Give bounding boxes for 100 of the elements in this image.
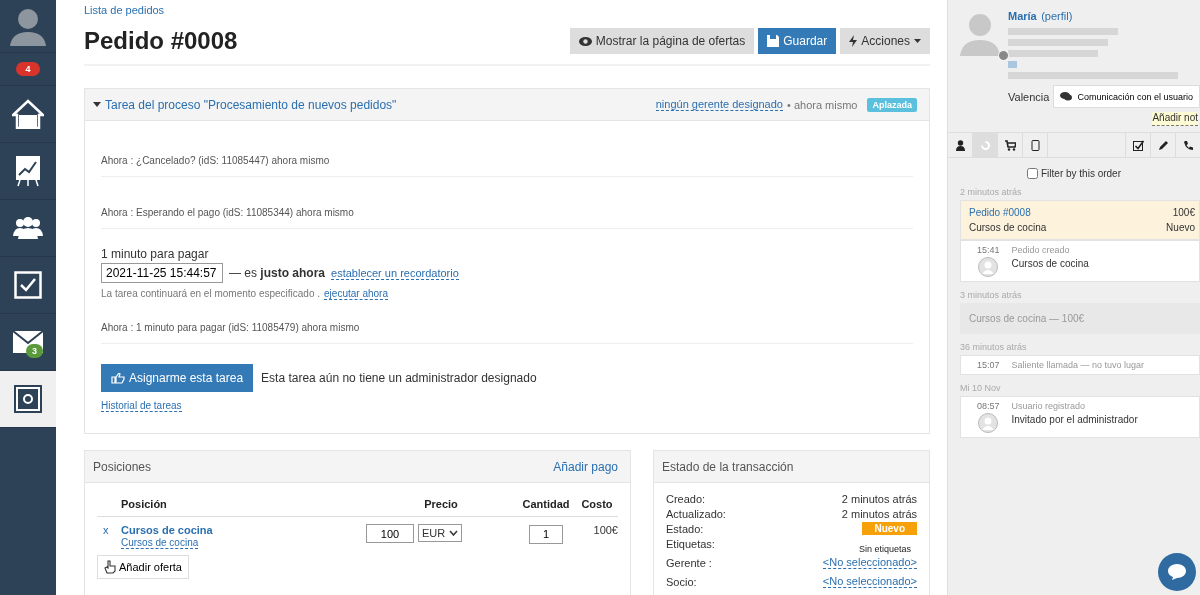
hand-pointer-icon — [104, 560, 116, 574]
timeline-date: 36 minutos atrás — [959, 341, 1028, 354]
price-field[interactable]: 100 — [366, 524, 414, 543]
save-button[interactable]: Guardar — [758, 28, 837, 54]
order-card[interactable]: Pedido #0008 100€ Cursos de cocina Nuevo — [960, 200, 1200, 240]
tags-value: Sin etiquetas — [858, 542, 912, 554]
task-history-link[interactable]: Historial de tareas — [101, 400, 182, 412]
chat-button[interactable] — [1158, 553, 1196, 591]
offer-link[interactable]: Cursos de cocina — [121, 537, 199, 549]
field-label: Socio: — [666, 575, 697, 588]
breadcrumb-link[interactable]: Lista de pedidos — [84, 4, 165, 17]
safe-icon — [13, 384, 43, 414]
user-avatar-icon[interactable] — [8, 6, 48, 46]
home-icon — [12, 99, 44, 129]
check-icon — [1132, 139, 1144, 151]
task-log-entry: Ahora : 1 minuto para pagar (idS: 11085479) ahora mismo — [101, 308, 913, 344]
continue-note: La tarea continuará en el momento especificado . — [101, 288, 321, 300]
chat-icon — [1167, 563, 1187, 581]
thumbs-up-icon — [111, 372, 125, 384]
event-text: Cursos de cocina — [1011, 258, 1089, 269]
profile-link[interactable]: (perfil) — [1041, 10, 1073, 22]
datetime-field[interactable]: 2021-11-25 15:44:57 — [101, 263, 223, 283]
eye-icon — [578, 36, 592, 46]
user-avatar-icon — [960, 12, 1000, 56]
event-title: Usuario registrado — [1011, 401, 1087, 411]
add-offer-button[interactable]: Añadir oferta — [97, 555, 189, 579]
column-header: Cantidad — [522, 498, 570, 510]
cart-icon — [1004, 139, 1016, 151]
timeline-date: 2 minutos atrás — [959, 186, 1023, 199]
count-badge: 3 — [26, 344, 43, 358]
status-badge: Aplazada — [867, 97, 917, 112]
order-amount: 100€ — [1172, 207, 1195, 218]
show-offers-button[interactable]: Mostrar la página de ofertas — [569, 28, 755, 54]
field-label: Gerente : — [666, 556, 712, 569]
assign-task-button[interactable]: Asignarme esta tarea — [101, 364, 254, 392]
timeline-date: 3 minutos atrás — [959, 289, 1023, 302]
select-link[interactable]: <No seleccionado> — [822, 556, 917, 569]
manager-link[interactable]: ningún gerente designado — [655, 98, 783, 111]
caret-icon — [914, 39, 921, 43]
event-time: 15:07 — [977, 360, 1000, 370]
sidebar-item[interactable]: 3 — [0, 314, 56, 371]
add-note-link[interactable]: Añadir not — [1152, 112, 1198, 126]
field-label: Actualizado: — [666, 507, 726, 520]
quantity-field[interactable]: 1 — [529, 524, 563, 544]
filter-label: Filter by this order — [1041, 168, 1121, 179]
notification-badge[interactable]: 4 — [16, 62, 40, 76]
panel-title: Posiciones — [93, 459, 152, 474]
field-label: Estado: — [666, 522, 704, 535]
phone-icon — [1182, 139, 1194, 151]
task-log-entry: Ahora : Esperando el pago (idS: 11085344) ahora mismo — [101, 177, 913, 229]
field-value: 2 minutos atrás — [841, 507, 917, 520]
column-header: Posición — [121, 498, 168, 510]
reminder-link[interactable]: establecer un recordatorio — [331, 266, 459, 280]
product-name-link[interactable]: Cursos de cocina — [121, 524, 213, 536]
panel-title: Estado de la transacción — [662, 459, 794, 474]
user-icon — [954, 139, 966, 151]
checkbox-icon — [14, 271, 42, 299]
event-title: Pedido creado — [1011, 245, 1071, 255]
history-icon — [979, 139, 991, 151]
time-status-text: — es justo ahora — [229, 266, 326, 280]
remove-link[interactable]: x — [97, 524, 121, 536]
field-value: 2 minutos atrás — [841, 492, 917, 505]
field-label: Etiquetas: — [666, 537, 715, 550]
task-time: • ahora mismo — [787, 98, 858, 111]
column-header: Costo — [581, 498, 613, 510]
task-title-toggle[interactable]: Tarea del proceso "Procesamiento de nuevos pedidos" — [93, 97, 397, 112]
city-text: Valencia — [1008, 90, 1050, 103]
team-icon — [12, 216, 44, 240]
run-now-link[interactable]: ejecutar ahora — [324, 288, 388, 300]
actions-button[interactable]: Acciones — [840, 28, 930, 54]
wait-label: 1 minuto para pagar — [101, 247, 210, 261]
timeline-text: Cursos de cocina — 100€ — [969, 313, 1085, 324]
user-name-link[interactable]: María — [1008, 10, 1037, 22]
assign-note: Esta tarea aún no tiene un administrador designado — [261, 371, 537, 385]
filter-checkbox[interactable] — [1027, 168, 1038, 179]
timeline-date: Mi 10 Nov — [959, 382, 1002, 395]
chat-bubbles-icon — [1060, 92, 1073, 101]
chart-icon — [15, 155, 41, 187]
cost-value: 100€ — [593, 524, 618, 536]
select-link[interactable]: <No seleccionado> — [822, 575, 917, 588]
tablet-icon — [1029, 139, 1041, 151]
pencil-icon — [1157, 139, 1169, 151]
sidebar-item[interactable] — [0, 371, 56, 428]
order-title: Pedido #0008 — [969, 207, 1031, 218]
order-product: Cursos de cocina — [969, 222, 1047, 233]
status-badge: Nuevo — [862, 522, 917, 535]
order-status: Nuevo — [1166, 222, 1195, 233]
event-title: Saliente llamada — no tuvo lugar — [1011, 360, 1145, 370]
task-log-entry: Ahora : ¿Cancelado? (idS: 11085447) ahora mismo — [101, 125, 913, 177]
page-title: Pedido #0008 — [84, 27, 238, 55]
field-label: Creado: — [666, 492, 706, 505]
contact-user-button[interactable]: Comunicación con el usuario — [1053, 85, 1200, 108]
event-text: Invitado por el administrador — [1011, 414, 1138, 425]
column-header: Precio — [424, 498, 458, 510]
event-time: 15:41 — [977, 245, 1000, 255]
chevron-down-icon — [449, 530, 459, 536]
event-time: 08:57 — [977, 401, 1000, 411]
add-payment-link[interactable]: Añadir pago — [553, 459, 618, 474]
lightning-icon — [849, 35, 858, 47]
currency-select[interactable]: EUR — [418, 524, 463, 542]
